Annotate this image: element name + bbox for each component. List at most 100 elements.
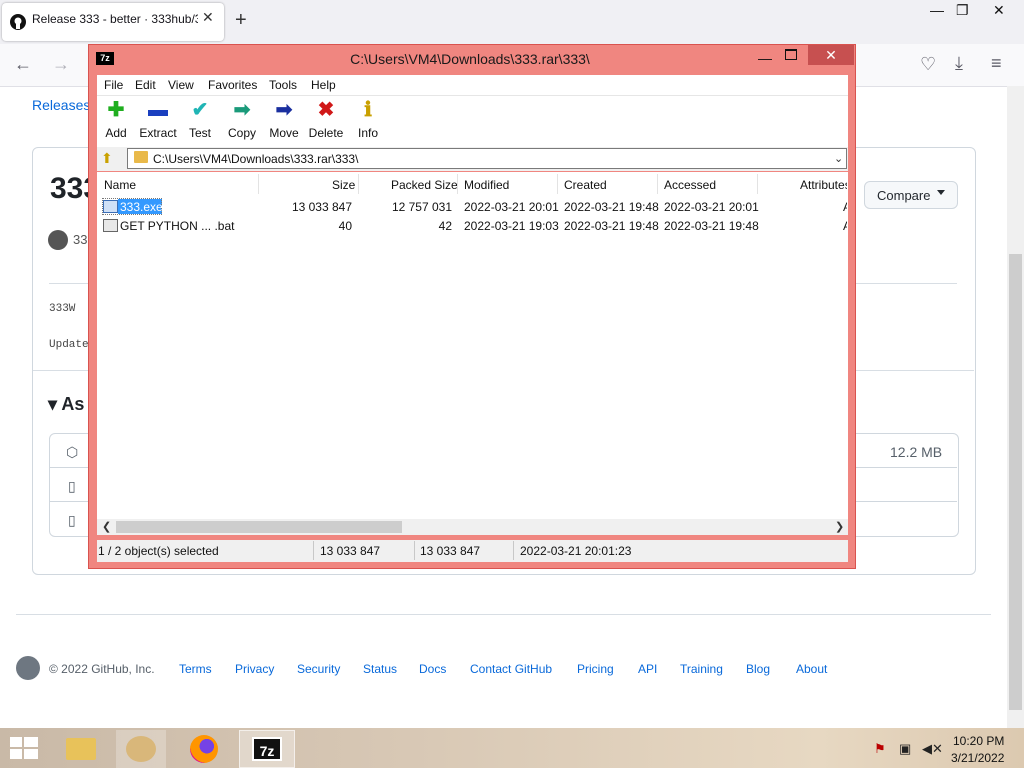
folder-up-icon[interactable]: ⬆ [101, 150, 113, 167]
file-created: 2022-03-21 19:48 [564, 200, 659, 214]
column-header-name[interactable]: Name [104, 178, 136, 192]
footer-link-about[interactable]: About [796, 662, 827, 676]
footer-link-contact[interactable]: Contact GitHub [470, 662, 552, 676]
taskbar-firefox[interactable] [180, 730, 230, 768]
file-zip-icon: ▯ [68, 512, 76, 528]
file-size: 13 033 847 [291, 200, 352, 214]
sevenzip-minimize-icon[interactable]: — [758, 50, 772, 66]
horizontal-scrollbar-thumb[interactable] [116, 521, 402, 533]
downloads-icon[interactable]: ⤓ [955, 53, 963, 74]
footer-link-pricing[interactable]: Pricing [577, 662, 614, 676]
footer-link-security[interactable]: Security [297, 662, 340, 676]
package-icon: ⬡ [66, 444, 79, 460]
scroll-left-icon[interactable]: ❮ [102, 520, 111, 533]
clock-date[interactable]: 3/21/2022 [951, 751, 1004, 765]
tab-title: Release 333 - better · 333hub/333 [32, 12, 198, 26]
test-button[interactable]: ✔ Test [179, 98, 221, 140]
column-header-modified[interactable]: Modified [464, 178, 509, 192]
sevenzip-taskbar-icon: 7z [252, 737, 282, 761]
status-separator [414, 541, 415, 560]
app-menu-icon[interactable]: ≡ [991, 53, 1002, 74]
info-label: Info [357, 126, 378, 140]
footer-link-training[interactable]: Training [680, 662, 723, 676]
scroll-right-icon[interactable]: ❯ [835, 520, 844, 533]
menu-favorites[interactable]: Favorites [208, 78, 257, 92]
sevenzip-title: C:\Users\VM4\Downloads\333.rar\333\ [350, 51, 590, 67]
column-separator[interactable] [358, 174, 359, 194]
network-icon[interactable]: ▣ [899, 741, 911, 757]
sevenzip-maximize-icon[interactable] [785, 49, 797, 60]
column-separator[interactable] [557, 174, 558, 194]
column-separator[interactable] [657, 174, 658, 194]
info-button[interactable]: ℹ Info [347, 98, 389, 140]
column-header-size[interactable]: Size [332, 178, 355, 192]
sevenzip-close-icon[interactable]: ✕ [808, 45, 854, 65]
clock-time[interactable]: 10:20 PM [953, 734, 1004, 748]
add-label: Add [105, 126, 127, 140]
menu-help[interactable]: Help [311, 78, 336, 92]
window-close-icon[interactable]: ✕ [993, 2, 1005, 19]
footer-link-terms[interactable]: Terms [179, 662, 212, 676]
column-separator[interactable] [757, 174, 758, 194]
footer-link-api[interactable]: API [638, 662, 657, 676]
footer-link-docs[interactable]: Docs [419, 662, 446, 676]
assets-heading[interactable]: ▾ As [48, 394, 84, 415]
extract-button[interactable]: ▬ Extract [137, 98, 179, 140]
tab-close-icon[interactable]: ✕ [202, 9, 214, 26]
delete-button[interactable]: ✖ Delete [305, 98, 347, 140]
menu-tools[interactable]: Tools [269, 78, 297, 92]
windows-start-icon[interactable] [10, 737, 38, 759]
bat-file-icon [103, 219, 118, 232]
window-minimize-icon[interactable]: — [930, 2, 944, 18]
column-header-packed-size[interactable]: Packed Size [391, 178, 458, 192]
window-restore-icon[interactable]: ❐ [956, 2, 969, 19]
releases-link[interactable]: Releases [32, 97, 90, 113]
column-header-attributes[interactable]: Attributes [800, 178, 847, 192]
extract-label: Extract [139, 126, 177, 140]
volume-muted-icon[interactable]: ◀✕ [922, 741, 943, 757]
page-scrollbar-thumb[interactable] [1009, 254, 1022, 710]
footer-copyright: © 2022 GitHub, Inc. [49, 662, 155, 676]
move-button[interactable]: ➡ Move [263, 98, 305, 140]
footer-link-blog[interactable]: Blog [746, 662, 770, 676]
test-label: Test [188, 126, 211, 140]
check-icon: ✔ [191, 99, 209, 121]
file-attributes: A [843, 219, 847, 233]
compare-button[interactable]: Compare [864, 181, 958, 209]
back-icon[interactable]: ← [14, 54, 32, 75]
file-accessed: 2022-03-21 20:01 [664, 200, 759, 214]
chevron-down-icon[interactable]: ⌄ [834, 152, 843, 165]
file-created: 2022-03-21 19:48 [564, 219, 659, 233]
taskbar-file-explorer[interactable] [56, 730, 106, 768]
taskbar-paint[interactable] [116, 730, 166, 768]
column-header-accessed[interactable]: Accessed [664, 178, 716, 192]
column-separator[interactable] [258, 174, 259, 194]
footer-link-status[interactable]: Status [363, 662, 397, 676]
column-header-created[interactable]: Created [564, 178, 607, 192]
status-packed: 13 033 847 [420, 544, 481, 558]
status-separator [513, 541, 514, 560]
pocket-icon[interactable]: ♡ [920, 54, 936, 75]
copy-label: Copy [227, 126, 256, 140]
menu-edit[interactable]: Edit [135, 78, 156, 92]
add-button[interactable]: ✚ Add [95, 98, 137, 140]
file-size: 40 [338, 219, 352, 233]
copy-arrow-icon: ➡ [233, 99, 251, 121]
status-modified: 2022-03-21 20:01:23 [520, 544, 632, 558]
footer-divider [16, 614, 991, 615]
menu-view[interactable]: View [168, 78, 194, 92]
footer-link-privacy[interactable]: Privacy [235, 662, 274, 676]
new-tab-icon[interactable]: + [235, 9, 247, 32]
action-center-flag-icon[interactable]: ⚑ [874, 741, 886, 757]
menu-file[interactable]: File [104, 78, 123, 92]
github-logo-icon[interactable] [16, 656, 40, 680]
author-name[interactable]: 33 [73, 232, 87, 247]
author-avatar[interactable] [48, 230, 68, 250]
copy-button[interactable]: ➡ Copy [221, 98, 263, 140]
status-size: 13 033 847 [320, 544, 381, 558]
delete-label: Delete [308, 126, 344, 140]
forward-icon[interactable]: → [52, 54, 70, 75]
column-separator[interactable] [457, 174, 458, 194]
file-accessed: 2022-03-21 19:48 [664, 219, 759, 233]
paint-palette-icon [126, 736, 156, 762]
